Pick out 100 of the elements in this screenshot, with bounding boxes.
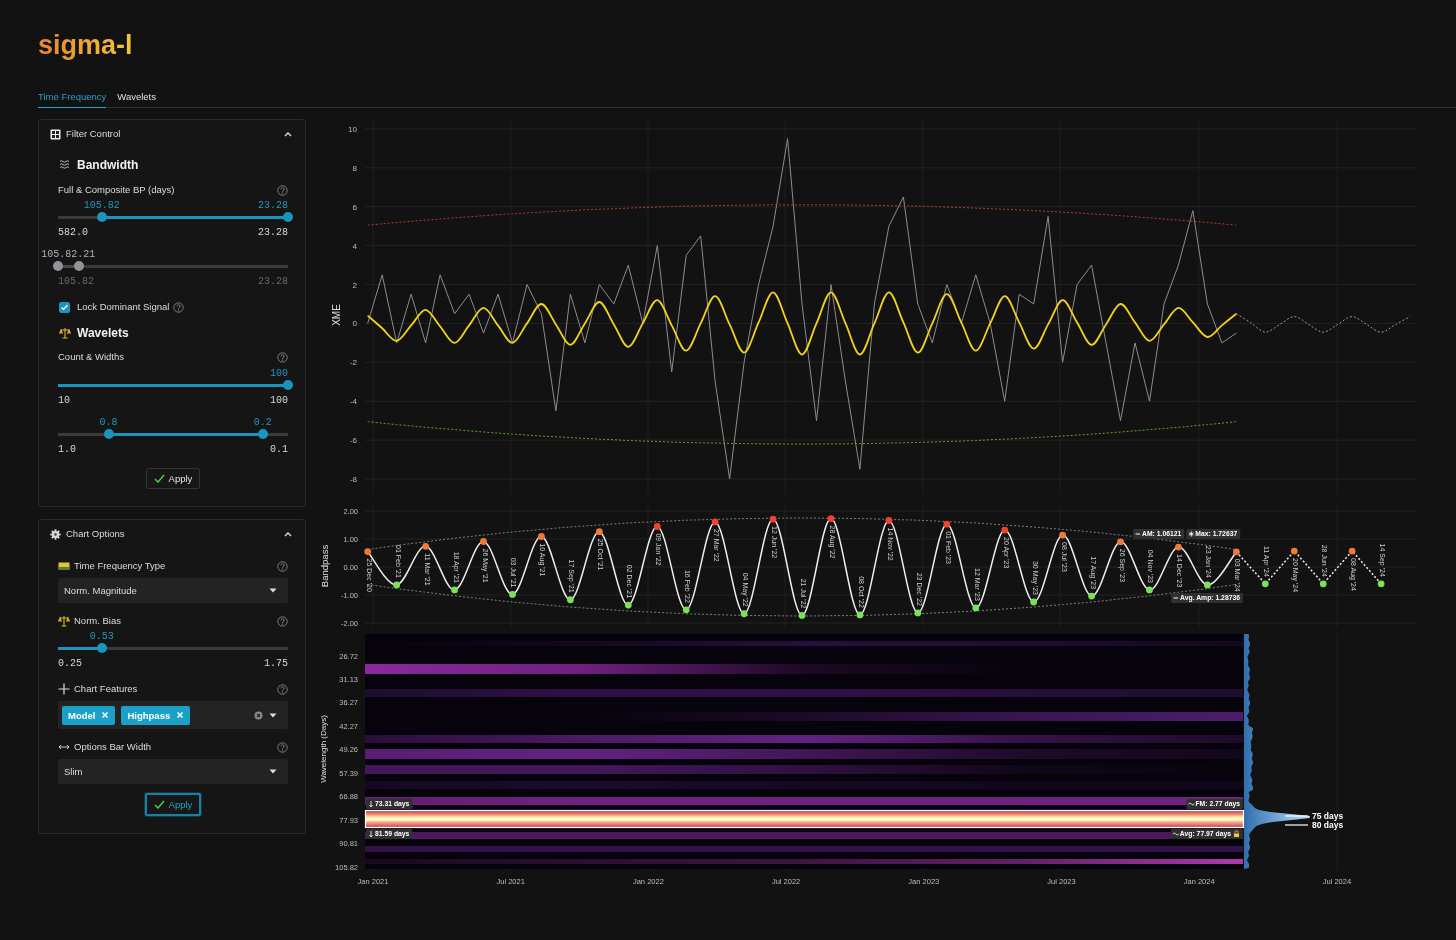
range-label: 1.0 [58,444,76,456]
axis-tick-label: 8 [352,163,357,173]
field-label: Chart Features [74,683,139,695]
peak-marker [1290,547,1298,555]
peak-marker [1175,543,1182,551]
axis-title: Wavelength (Days) [319,715,328,783]
trough-marker [682,606,690,614]
slider-thumb[interactable] [283,380,293,390]
scale-icon [59,327,71,339]
axis-title: Bandpass [319,544,330,588]
section-heading: Bandwidth [77,158,139,172]
panel-title: Chart Options [66,528,126,540]
field-label: Time Frequency Type [74,560,167,572]
slider-thumb[interactable] [103,429,114,439]
axis-tick-label: -6 [349,436,357,446]
range-label: 0.25 [58,658,82,670]
peak-marker [653,523,661,530]
trough-marker [798,612,806,619]
peak-marker [1059,531,1066,539]
peak-marker [1117,538,1124,546]
trough-marker [740,610,748,618]
peak-marker [364,548,372,555]
peak-marker [595,528,603,536]
trough-marker [1204,581,1211,589]
axis-tick-label: 0 [352,319,357,329]
peak-label: 75 days [1312,811,1344,821]
scale-icon [58,615,70,627]
tab[interactable]: Time Frequency [38,88,107,108]
range-label: 100 [270,395,288,407]
trough-marker [1030,598,1038,606]
range-label: 0.1 [270,444,288,456]
help-icon[interactable] [277,184,288,196]
trough-marker [1261,580,1269,588]
section-heading: Wavelets [77,326,129,340]
slider-value: 0.2 [253,417,272,429]
caret-icon[interactable] [269,712,277,718]
check-icon [153,474,165,483]
peak-marker [422,542,429,550]
checkbox[interactable] [59,301,70,313]
help-icon[interactable] [277,351,288,363]
axis-title: XME [331,304,342,326]
slider-value: 100 [270,368,288,380]
help-icon[interactable] [277,683,288,695]
slider-thumb[interactable] [257,429,268,439]
peak-marker [1001,526,1009,534]
peak-label: 80 days [1312,820,1344,830]
help-icon[interactable] [173,301,185,313]
slider-thumb[interactable] [283,212,293,222]
apply-button[interactable]: Apply [145,468,201,489]
slider-value: 23.28 [258,200,288,212]
field-label: Norm. Bias [74,615,122,627]
field-label: Full & Composite BP (days) [58,184,176,196]
panel-title: Filter Control [66,128,122,140]
trough-marker [914,609,922,617]
field-label: Count & Widths [58,351,125,363]
peak-marker [1232,548,1240,556]
range-label: 23.28 [258,276,288,288]
peak-marker [769,515,777,523]
trough-marker [624,601,632,609]
caret-icon [269,588,277,593]
help-icon[interactable] [277,615,288,627]
range-label: 23.28 [258,227,288,239]
dropdown[interactable]: Norm. Magnitude [58,578,288,603]
waves-icon [59,159,71,171]
trough-marker [1088,592,1095,600]
range-label: 1.75 [264,658,288,670]
remove-icon[interactable] [176,711,185,719]
trough-marker [393,581,401,589]
axis-tick-label: -8 [349,475,357,484]
trough-marker [1319,580,1327,588]
range-label: 105.82 [58,276,94,288]
help-icon[interactable] [277,741,288,753]
plus-icon [58,683,70,695]
trough-marker [856,611,864,619]
remove-icon[interactable] [101,711,110,719]
peak-marker [827,515,835,522]
grid-icon [50,128,61,140]
clear-icon[interactable] [254,710,263,720]
peak-marker [885,517,893,524]
peak-marker [480,538,487,545]
peak-marker [711,518,719,526]
slider-value: 0.53 [89,631,114,643]
slider-thumb[interactable] [96,212,107,222]
help-icon[interactable] [277,560,288,572]
axis-tick-label: 6 [352,202,357,212]
axis-tick-label: 2 [352,280,357,290]
peak-marker [1348,547,1356,555]
slider-thumb[interactable] [96,643,107,653]
panel-icon [58,561,70,571]
caret-icon [269,769,277,774]
apply-button[interactable]: Apply [144,793,202,816]
tab[interactable]: Wavelets [117,88,156,108]
trough-marker [1377,580,1385,588]
trough-marker [1146,586,1153,594]
trough-marker [972,604,980,612]
check-icon [153,800,165,809]
axis-tick-label: 4 [352,241,357,251]
dropdown[interactable]: Slim [58,759,288,784]
checkbox-label: Lock Dominant Signal [77,301,170,313]
trough-marker [451,586,458,594]
